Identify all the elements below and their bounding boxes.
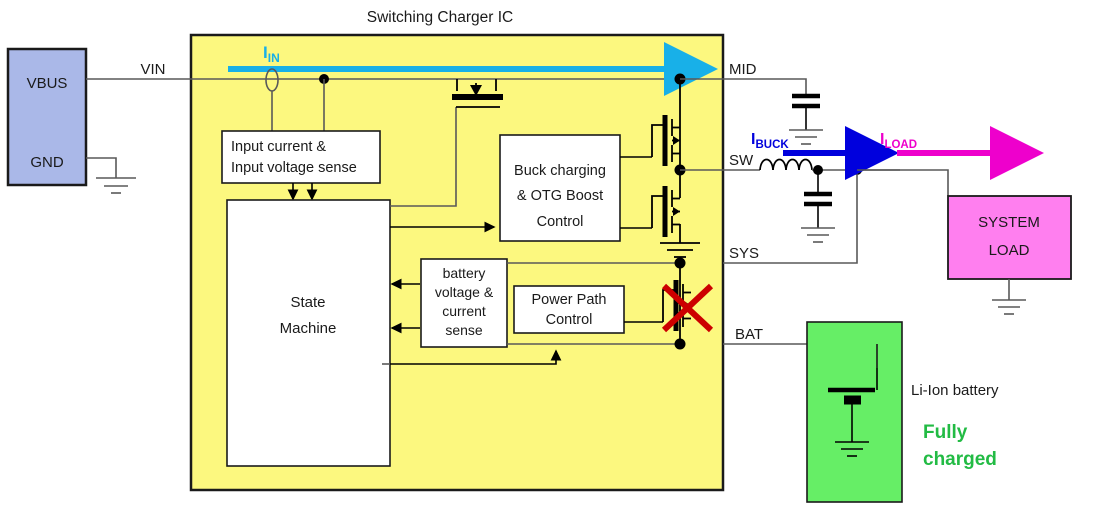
inductor-icon (759, 158, 813, 171)
system-load-line2: LOAD (989, 242, 1030, 259)
source-ground-icon (96, 177, 136, 194)
buck-control-line3: Control (537, 214, 584, 230)
ibuck-label: IBUCK (751, 131, 789, 151)
vin-pin-label: VIN (140, 61, 165, 78)
gnd-label: GND (30, 154, 64, 171)
mid-to-cap-wire (723, 78, 807, 96)
vbus-label: VBUS (27, 75, 68, 92)
sys-capacitor-icon (804, 170, 832, 228)
battery-status-line1: Fully (923, 422, 968, 443)
page-title: Switching Charger IC (367, 9, 513, 26)
input-sense-line1: Input current & (231, 139, 326, 155)
iload-label: ILOAD (880, 131, 917, 151)
battery-caption: Li-Ion battery (911, 382, 999, 399)
state-machine-line2: Machine (280, 320, 337, 337)
mid-pin-label: MID (729, 61, 757, 78)
bat-pin-label: BAT (735, 326, 763, 343)
system-load-feed-wire (857, 169, 949, 196)
sys-pin-label: SYS (729, 245, 759, 262)
buck-control-line2: & OTG Boost (517, 188, 603, 204)
sys-cap-ground-icon (801, 227, 835, 243)
power-path-line2: Control (546, 312, 593, 328)
battery-sense-line3: current (442, 303, 486, 319)
li-ion-battery-block (806, 321, 903, 503)
battery-sense-line2: voltage & (435, 284, 494, 300)
source-gnd-wire (86, 157, 117, 178)
mid-capacitor-icon (792, 93, 820, 130)
system-load-block (947, 195, 1072, 280)
system-load-line1: SYSTEM (978, 214, 1040, 231)
battery-sense-line1: battery (443, 265, 486, 281)
diagram-svg: Switching Charger IC VBUS GND VIN IIN In… (6, 9, 1072, 503)
system-load-ground-icon (992, 299, 1026, 315)
state-machine-line1: State (290, 294, 325, 311)
mid-cap-ground-icon (789, 129, 823, 145)
power-path-line1: Power Path (532, 292, 607, 308)
battery-status-line2: charged (923, 449, 997, 470)
sw-pin-label: SW (729, 152, 754, 169)
input-sense-line2: Input voltage sense (231, 160, 357, 176)
buck-control-line1: Buck charging (514, 163, 606, 179)
circuit-diagram-canvas: Switching Charger IC VBUS GND VIN IIN In… (0, 0, 1095, 522)
battery-sense-line4: sense (445, 322, 483, 338)
